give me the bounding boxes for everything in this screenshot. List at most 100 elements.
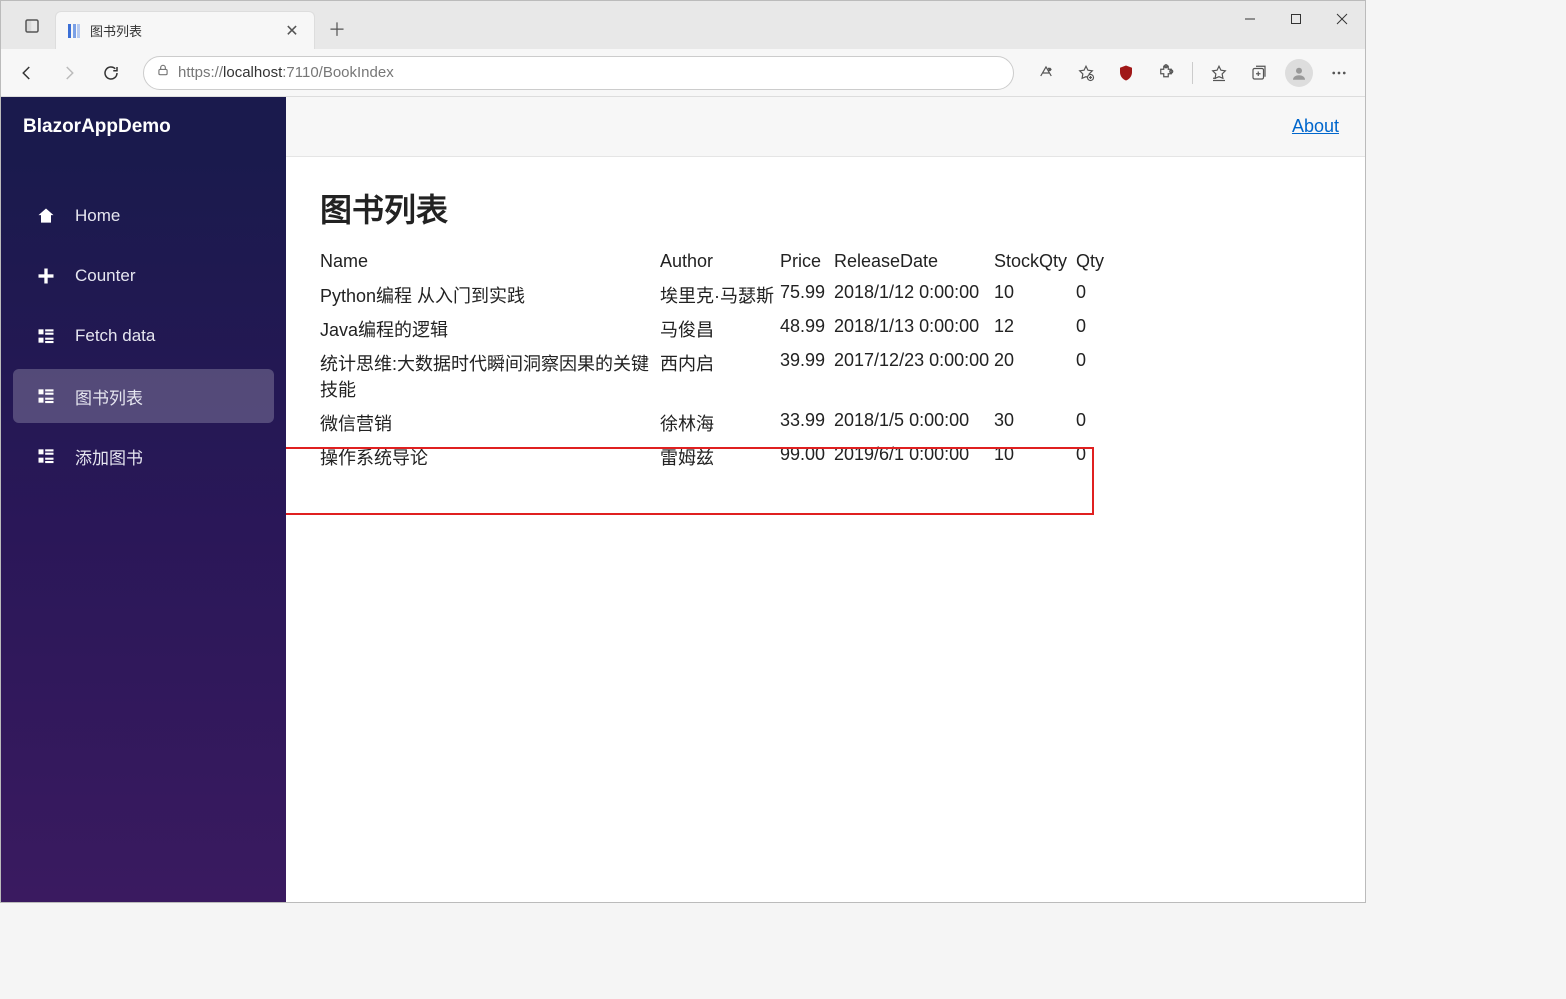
- url-text: https://localhost:7110/BookIndex: [178, 64, 1001, 81]
- table-row: 微信营销 徐林海 33.99 2018/1/5 0:00:00 30 0: [320, 406, 1116, 440]
- nav-label: 图书列表: [75, 384, 143, 409]
- col-author: Author: [660, 245, 780, 278]
- nav-label: Home: [75, 206, 120, 226]
- plus-icon: [35, 265, 57, 287]
- nav-label: Counter: [75, 266, 135, 286]
- col-qty: Qty: [1076, 245, 1116, 278]
- cell-author: 马俊昌: [660, 312, 780, 346]
- table-row: 操作系统导论 雷姆兹 99.00 2019/6/1 0:00:00 10 0: [320, 440, 1116, 474]
- cell-stock: 10: [994, 278, 1076, 312]
- table-row: 统计思维:大数据时代瞬间洞察因果的关键技能 西内启 39.99 2017/12/…: [320, 346, 1116, 406]
- toolbar-divider: [1192, 62, 1193, 84]
- cell-qty: 0: [1076, 312, 1116, 346]
- lock-icon: [156, 63, 170, 82]
- col-stock: StockQty: [994, 245, 1076, 278]
- tab-close-button[interactable]: ✕: [280, 19, 304, 43]
- list-icon: [35, 445, 57, 467]
- table-body: Python编程 从入门到实践 埃里克·马瑟斯 75.99 2018/1/12 …: [320, 278, 1116, 474]
- cell-stock: 12: [994, 312, 1076, 346]
- cell-price: 48.99: [780, 312, 834, 346]
- cell-name: 统计思维:大数据时代瞬间洞察因果的关键技能: [320, 346, 660, 406]
- table-row: Python编程 从入门到实践 埃里克·马瑟斯 75.99 2018/1/12 …: [320, 278, 1116, 312]
- browser-toolbar: https://localhost:7110/BookIndex »: [1, 49, 1365, 97]
- favorites-bar-button[interactable]: [1201, 55, 1237, 91]
- tab-actions-button[interactable]: [13, 7, 51, 45]
- cell-release: 2018/1/13 0:00:00: [834, 312, 994, 346]
- app-header: BlazorAppDemo About: [1, 97, 1365, 157]
- list-icon: [35, 385, 57, 407]
- list-icon: [35, 325, 57, 347]
- cell-release: 2019/6/1 0:00:00: [834, 440, 994, 474]
- browser-window: 图书列表 ✕ ＋ https://localhost:7110/BookInd: [0, 0, 1366, 903]
- col-release: ReleaseDate: [834, 245, 994, 278]
- cell-release: 2018/1/12 0:00:00: [834, 278, 994, 312]
- nav-counter[interactable]: Counter: [13, 249, 274, 303]
- adblock-icon[interactable]: [1108, 55, 1144, 91]
- profile-button[interactable]: [1281, 55, 1317, 91]
- table-row: Java编程的逻辑 马俊昌 48.99 2018/1/13 0:00:00 12…: [320, 312, 1116, 346]
- cell-price: 33.99: [780, 406, 834, 440]
- cell-author: 埃里克·马瑟斯: [660, 278, 780, 312]
- extensions-button[interactable]: [1148, 55, 1184, 91]
- back-button[interactable]: [9, 55, 45, 91]
- nav-label: Fetch data: [75, 326, 155, 346]
- cell-name: Python编程 从入门到实践: [320, 278, 660, 312]
- title-bar: 图书列表 ✕ ＋: [1, 1, 1365, 49]
- browser-tab[interactable]: 图书列表 ✕: [55, 11, 315, 49]
- cell-price: 99.00: [780, 440, 834, 474]
- cell-author: 雷姆兹: [660, 440, 780, 474]
- window-controls: [1227, 1, 1365, 41]
- cell-name: Java编程的逻辑: [320, 312, 660, 346]
- cell-author: 西内启: [660, 346, 780, 406]
- maximize-button[interactable]: [1273, 1, 1319, 37]
- svg-text:»: »: [1048, 66, 1051, 72]
- main-content: 图书列表 Name Author Price ReleaseDate Stock…: [286, 157, 1365, 902]
- url-path: :7110/BookIndex: [282, 64, 393, 81]
- brand-text: BlazorAppDemo: [23, 116, 171, 138]
- tab-strip: 图书列表 ✕ ＋: [1, 1, 353, 49]
- page-heading: 图书列表: [320, 185, 1331, 231]
- cell-name: 操作系统导论: [320, 440, 660, 474]
- cell-stock: 10: [994, 440, 1076, 474]
- cell-price: 75.99: [780, 278, 834, 312]
- cell-qty: 0: [1076, 406, 1116, 440]
- tab-favicon-icon: [66, 23, 82, 39]
- collections-button[interactable]: [1241, 55, 1277, 91]
- close-window-button[interactable]: [1319, 1, 1365, 37]
- nav-label: 添加图书: [75, 444, 143, 469]
- forward-button[interactable]: [51, 55, 87, 91]
- cell-release: 2017/12/23 0:00:00: [834, 346, 994, 406]
- favorites-button[interactable]: [1068, 55, 1104, 91]
- nav-book-list[interactable]: 图书列表: [13, 369, 274, 423]
- toolbar-right: »: [1028, 55, 1357, 91]
- cell-name: 微信营销: [320, 406, 660, 440]
- url-prefix: https://: [178, 64, 223, 81]
- book-table: Name Author Price ReleaseDate StockQty Q…: [320, 245, 1116, 474]
- col-name: Name: [320, 245, 660, 278]
- cell-release: 2018/1/5 0:00:00: [834, 406, 994, 440]
- cell-price: 39.99: [780, 346, 834, 406]
- cell-qty: 0: [1076, 346, 1116, 406]
- table-header-row: Name Author Price ReleaseDate StockQty Q…: [320, 245, 1116, 278]
- about-link[interactable]: About: [1292, 116, 1339, 137]
- home-icon: [35, 205, 57, 227]
- more-button[interactable]: [1321, 55, 1357, 91]
- app-viewport: BlazorAppDemo About Home Counter Fetch d…: [1, 97, 1365, 902]
- read-aloud-button[interactable]: »: [1028, 55, 1064, 91]
- cell-author: 徐林海: [660, 406, 780, 440]
- minimize-button[interactable]: [1227, 1, 1273, 37]
- new-tab-button[interactable]: ＋: [321, 13, 353, 45]
- cell-qty: 0: [1076, 440, 1116, 474]
- nav-home[interactable]: Home: [13, 189, 274, 243]
- cell-stock: 20: [994, 346, 1076, 406]
- col-price: Price: [780, 245, 834, 278]
- cell-qty: 0: [1076, 278, 1116, 312]
- tab-title: 图书列表: [90, 21, 272, 40]
- url-host: localhost: [223, 64, 282, 81]
- nav-add-book[interactable]: 添加图书: [13, 429, 274, 483]
- cell-stock: 30: [994, 406, 1076, 440]
- nav-fetch-data[interactable]: Fetch data: [13, 309, 274, 363]
- refresh-button[interactable]: [93, 55, 129, 91]
- app-body: Home Counter Fetch data 图书列表 添加图书: [1, 157, 1365, 902]
- address-bar[interactable]: https://localhost:7110/BookIndex: [143, 56, 1014, 90]
